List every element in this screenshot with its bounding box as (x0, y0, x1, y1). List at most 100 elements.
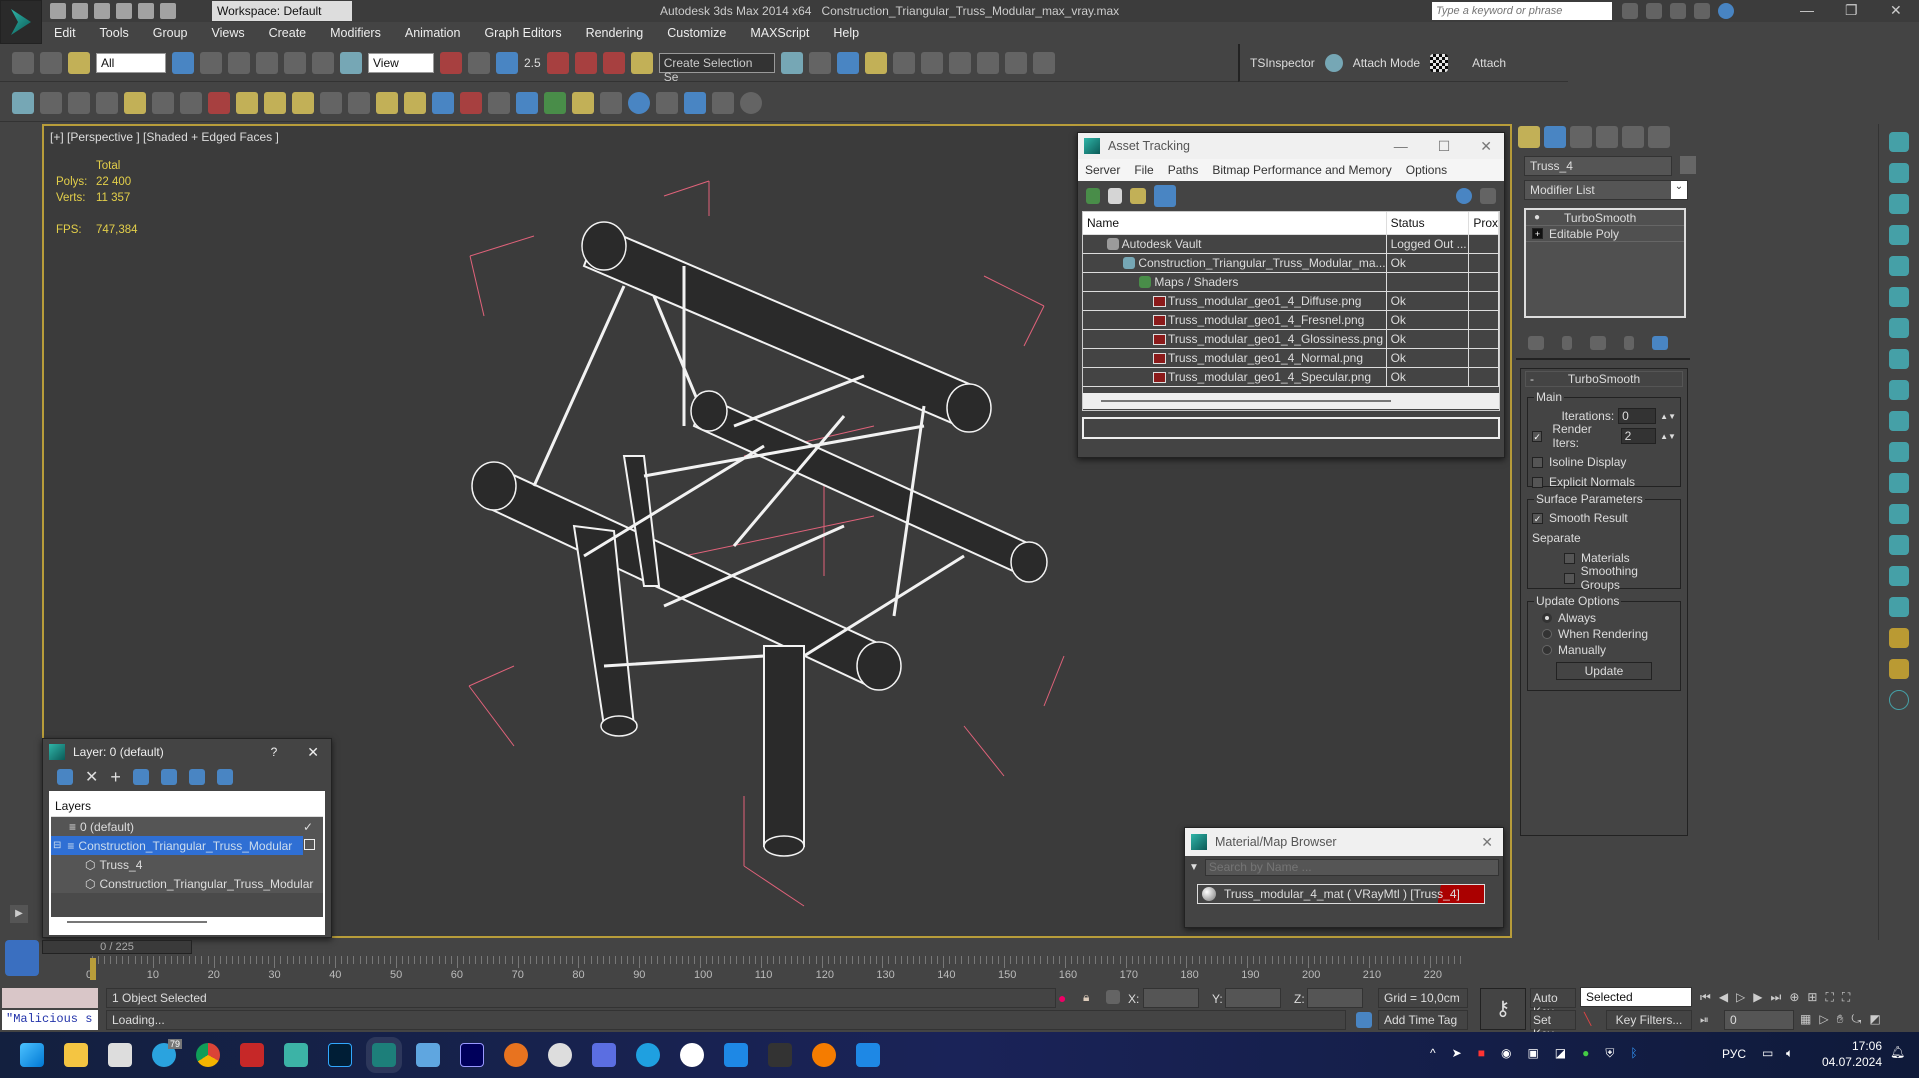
vray-settings-icon[interactable] (712, 91, 734, 114)
add-time-tag-button[interactable]: Add Time Tag (1378, 1010, 1468, 1030)
new-layer-icon[interactable] (57, 769, 73, 785)
curve-editor-icon[interactable] (892, 51, 915, 74)
vray-fur-icon[interactable] (1889, 380, 1909, 400)
previous-frame-icon[interactable]: ◀︎ (1719, 990, 1728, 1005)
3dsmax-2023-icon[interactable] (284, 1043, 308, 1067)
undo-icon[interactable] (116, 3, 132, 19)
lightbulb-icon[interactable]: ● (1534, 212, 1540, 223)
table-row[interactable]: Truss_modular_geo1_4_Normal.png Ok (1083, 348, 1499, 368)
menu-server[interactable]: Server (1078, 163, 1127, 177)
vray-ies-icon[interactable] (320, 91, 342, 114)
reference-coordinate-dropdown[interactable]: View (368, 52, 434, 73)
help-icon[interactable] (1889, 690, 1909, 710)
list-icon[interactable] (68, 91, 90, 114)
vray-material-icon[interactable] (628, 91, 650, 114)
pivot-center-icon[interactable] (440, 51, 462, 74)
rollout-header[interactable]: - TurboSmooth (1525, 371, 1683, 387)
menu-paths[interactable]: Paths (1161, 163, 1206, 177)
vray-grass-icon[interactable] (544, 91, 566, 114)
select-manipulate-icon[interactable] (468, 51, 490, 74)
light-lister-icon[interactable] (124, 91, 146, 114)
open-icon[interactable] (72, 3, 88, 19)
edit-named-selection-icon[interactable] (630, 51, 653, 74)
vray-camera-icon[interactable] (208, 91, 230, 114)
smoothing-groups-checkbox[interactable] (1564, 572, 1575, 584)
render-frame-icon[interactable] (40, 91, 62, 114)
isolate-selection-icon[interactable]: ● (1058, 990, 1066, 1006)
language-indicator[interactable]: РУС (1722, 1047, 1746, 1061)
dome-camera-icon[interactable] (180, 91, 202, 114)
table-row[interactable]: Truss_modular_geo1_4_Fresnel.png Ok (1083, 310, 1499, 330)
vray-plane-icon[interactable] (488, 91, 510, 114)
redo-icon[interactable] (138, 3, 154, 19)
smooth-result-checkbox[interactable]: ✓ (1532, 512, 1543, 524)
select-object-icon[interactable] (172, 51, 194, 74)
menu-rendering[interactable]: Rendering (574, 26, 656, 40)
vray-interactive-icon[interactable] (1889, 566, 1909, 586)
star-icon[interactable] (1694, 3, 1710, 19)
link-icon[interactable] (12, 51, 34, 74)
align-icon[interactable] (808, 51, 831, 74)
list-view-icon[interactable] (1108, 188, 1122, 204)
mirror-icon[interactable] (780, 51, 803, 74)
pan-hand-icon[interactable]: ✋︎ (1837, 1012, 1844, 1027)
terminal-icon[interactable] (768, 1043, 792, 1067)
maximize-button[interactable]: ☐ (1438, 138, 1451, 155)
materials-checkbox[interactable] (1564, 552, 1575, 564)
attach-button[interactable]: Attach (1472, 56, 1506, 70)
project-icon[interactable] (160, 3, 176, 19)
utilities-tab-icon[interactable] (1648, 126, 1670, 148)
maxscript-listener-input[interactable]: "Malicious s (2, 1010, 98, 1030)
tray-headset-icon[interactable]: ◉ (1501, 1046, 1511, 1061)
angle-snap-icon[interactable] (546, 51, 569, 74)
notification-bell-icon[interactable]: 🔔︎ (1890, 1045, 1905, 1059)
column-name[interactable]: Name (1083, 212, 1387, 235)
collapse-icon[interactable]: ⊟ (53, 840, 61, 851)
scene-explorer-icon[interactable] (836, 51, 859, 74)
gpu-z-icon[interactable] (504, 1043, 528, 1067)
vray-teapot-icon[interactable] (1889, 597, 1909, 617)
manually-radio[interactable] (1542, 645, 1552, 655)
maxscript-listener-output[interactable] (2, 988, 98, 1008)
rect-selection-icon[interactable] (228, 51, 250, 74)
tsinspector-button[interactable]: TSInspector (1250, 56, 1315, 70)
configure-sets-icon[interactable] (1652, 336, 1668, 350)
menu-edit[interactable]: Edit (42, 26, 88, 40)
column-proxy[interactable]: Prox (1468, 212, 1499, 235)
attach-mode-button[interactable]: Attach Mode (1353, 56, 1420, 70)
vray-spot-icon[interactable] (348, 91, 370, 114)
help-icon[interactable] (1456, 188, 1472, 204)
material-item[interactable]: Truss_modular_4_mat ( VRayMtl ) [Truss_4… (1197, 884, 1485, 904)
spinner-arrows-icon[interactable]: ▲▼ (1660, 432, 1676, 441)
orbit-icon[interactable]: ▷ (1819, 1012, 1828, 1027)
explicit-normals-checkbox[interactable] (1532, 476, 1543, 488)
motion-tab-icon[interactable] (1596, 126, 1618, 148)
tray-record-icon[interactable]: ■ (1478, 1046, 1485, 1061)
time-slider[interactable]: 0 / 225 (42, 940, 192, 954)
object-name-field[interactable]: Truss_4 (1524, 156, 1672, 176)
time-slider-thumb[interactable] (90, 958, 96, 980)
render-iters-checkbox[interactable]: ✓ (1532, 430, 1543, 442)
horizontal-scrollbar[interactable] (1083, 392, 1499, 409)
save-icon[interactable] (94, 3, 110, 19)
menu-group[interactable]: Group (141, 26, 200, 40)
options-menu-icon[interactable]: ▼ (1189, 862, 1199, 873)
when-rendering-radio[interactable] (1542, 629, 1552, 639)
freeze-all-icon[interactable] (216, 769, 233, 785)
network-icon[interactable]: ▭ (1762, 1046, 1773, 1060)
key-filters-button[interactable]: Key Filters... (1606, 1010, 1692, 1030)
tray-app-icon[interactable]: ◪ (1555, 1046, 1566, 1061)
binoculars-icon[interactable] (1622, 3, 1638, 19)
minimize-button[interactable]: — (1394, 138, 1408, 155)
utorrent-icon[interactable]: ● (1582, 1046, 1589, 1061)
after-effects-icon[interactable] (460, 1043, 484, 1067)
tray-device-icon[interactable]: ▣ (1527, 1046, 1538, 1061)
set-key-mode-key-icon[interactable]: ⚷ (1480, 988, 1526, 1030)
vray-scatter-icon[interactable] (1889, 318, 1909, 338)
layer-explorer-icon[interactable] (864, 51, 887, 74)
close-button[interactable]: ✕ (1890, 2, 1902, 19)
scrollbar-thumb[interactable] (67, 921, 207, 923)
move-icon[interactable] (284, 51, 306, 74)
absolute-mode-icon[interactable] (1106, 990, 1120, 1004)
layer-item-construction[interactable]: ⊟ ≡ Construction_Triangular_Truss_Modular (51, 836, 303, 855)
